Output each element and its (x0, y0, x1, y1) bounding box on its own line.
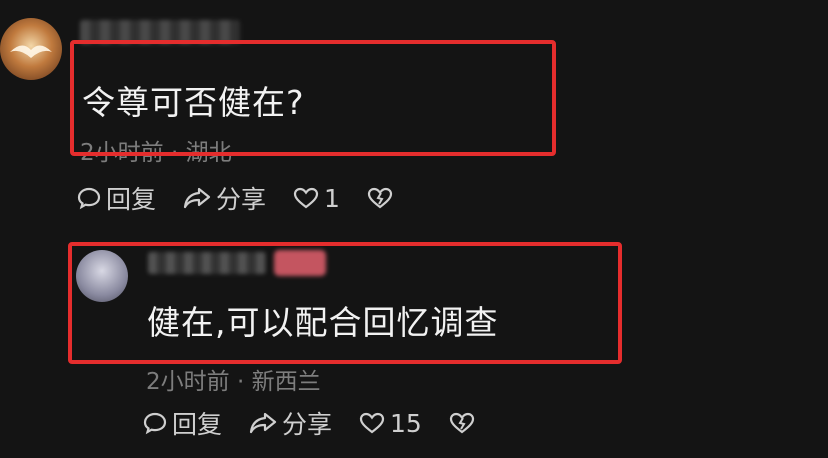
like-count: 1 (324, 183, 340, 213)
user-badge (274, 250, 326, 276)
reply-button[interactable]: 回复 (142, 405, 222, 441)
comment-actions: 回复 分享 1 (76, 180, 424, 216)
comment-meta: 2小时前 · 湖北 (80, 140, 232, 166)
share-icon (249, 412, 277, 434)
heart-icon (359, 412, 385, 434)
share-button[interactable]: 分享 (248, 405, 332, 441)
like-count: 15 (390, 408, 422, 438)
dislike-button[interactable] (366, 185, 398, 211)
broken-heart-icon (367, 187, 393, 209)
reply-icon (143, 412, 167, 435)
comment-text: 健在,可以配合回忆调查 (147, 303, 499, 342)
comment-text: 令尊可否健在? (82, 83, 305, 122)
comment-actions: 回复 分享 15 (142, 405, 506, 441)
share-label: 分享 (216, 185, 267, 214)
share-icon (183, 187, 211, 209)
comment-meta: 2小时前 · 新西兰 (146, 369, 321, 395)
username-placeholder[interactable] (80, 20, 240, 44)
heart-icon (293, 187, 319, 209)
reply-label: 回复 (172, 410, 223, 439)
broken-heart-icon (449, 412, 474, 434)
share-label: 分享 (282, 410, 333, 439)
like-button[interactable]: 15 (358, 409, 422, 438)
dislike-button[interactable] (448, 410, 480, 436)
share-button[interactable]: 分享 (182, 180, 266, 216)
bird-logo-icon (10, 45, 52, 58)
avatar[interactable] (76, 250, 128, 302)
reply-icon (77, 187, 101, 210)
avatar[interactable] (0, 18, 62, 80)
like-button[interactable]: 1 (292, 184, 340, 213)
reply-label: 回复 (106, 185, 157, 214)
username-placeholder[interactable] (148, 252, 266, 274)
reply-button[interactable]: 回复 (76, 180, 156, 216)
